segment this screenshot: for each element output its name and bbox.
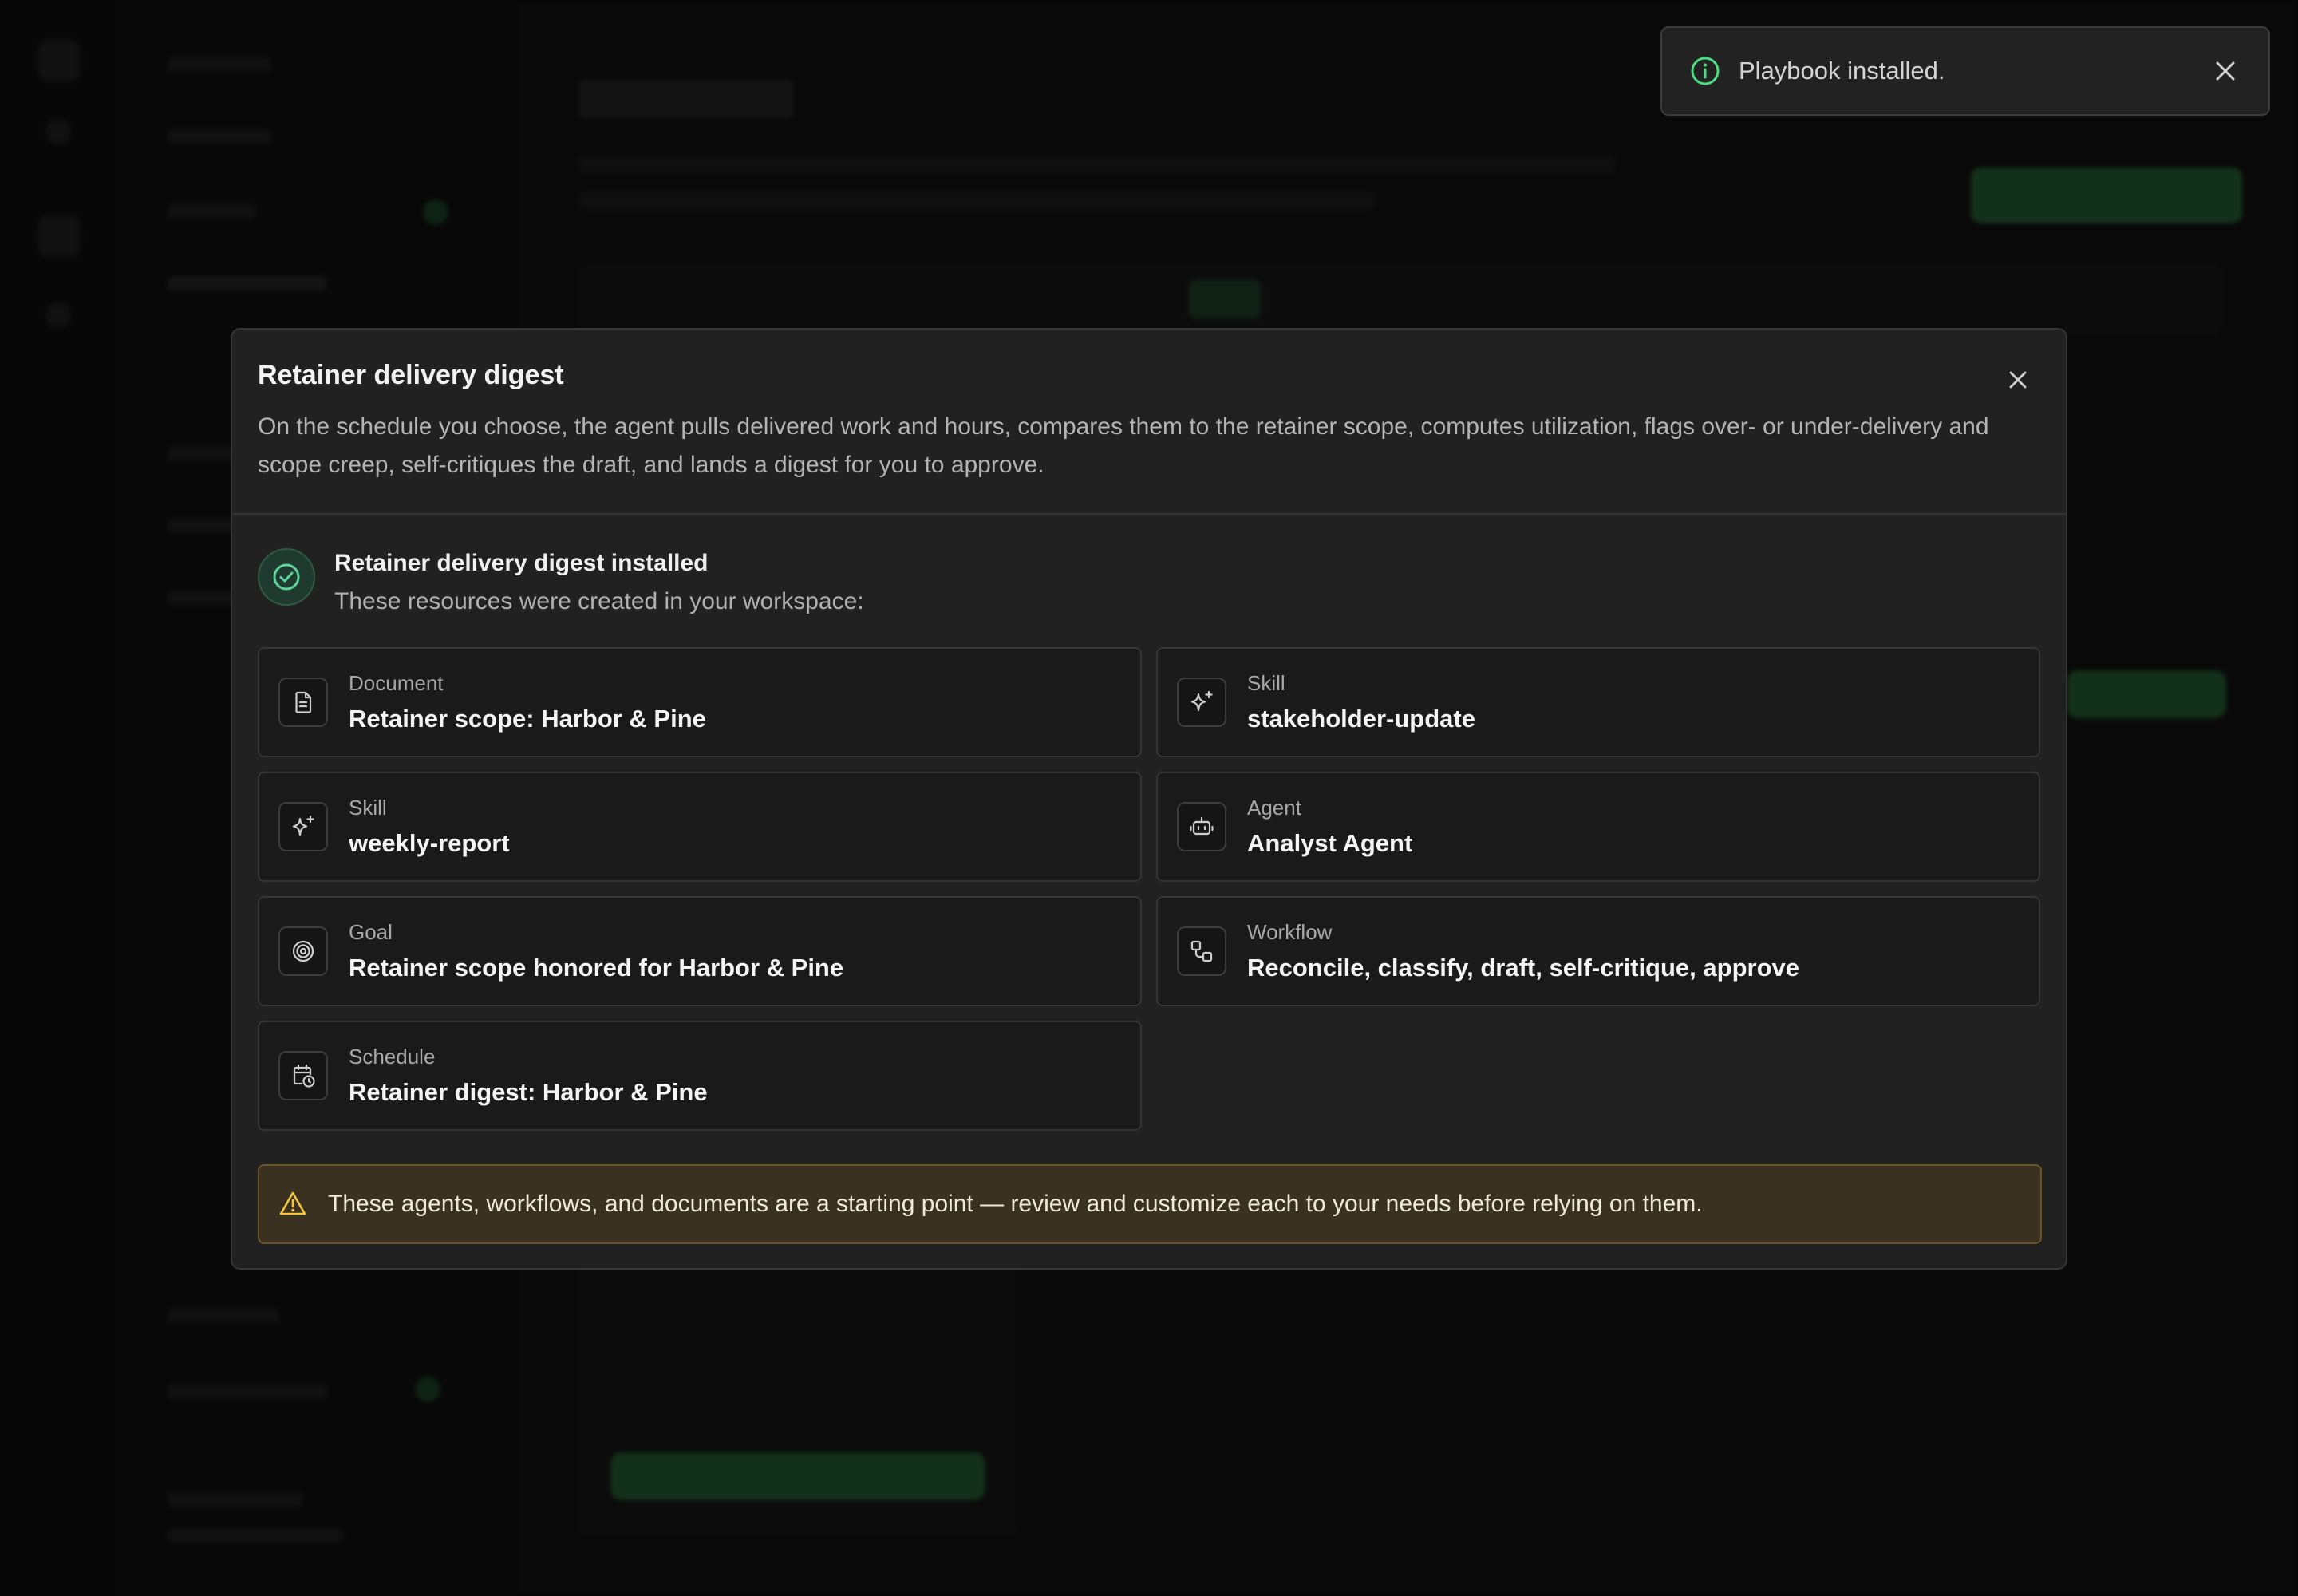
resource-name: stakeholder-update: [1247, 705, 1475, 733]
robot-icon: [1177, 802, 1226, 851]
resource-card-agent[interactable]: Agent Analyst Agent: [1156, 772, 2040, 882]
toast-notification: Playbook installed.: [1660, 26, 2270, 116]
calendar-clock-icon: [278, 1051, 328, 1100]
resource-name: Retainer digest: Harbor & Pine: [349, 1078, 708, 1106]
playbook-modal: Retainer delivery digest On the schedule…: [231, 328, 2067, 1270]
resource-name: Retainer scope honored for Harbor & Pine: [349, 954, 844, 982]
resource-type: Agent: [1247, 796, 1301, 820]
resource-type: Schedule: [349, 1045, 436, 1069]
resource-card-document[interactable]: Document Retainer scope: Harbor & Pine: [258, 647, 1142, 757]
app-root: Playbook installed. Retainer delivery di…: [0, 0, 2298, 1596]
target-icon: [278, 926, 328, 976]
sparkle-icon: [1177, 678, 1226, 727]
resource-type: Document: [349, 671, 444, 695]
warning-banner: These agents, workflows, and documents a…: [258, 1164, 2042, 1244]
resource-card-skill[interactable]: Skill weekly-report: [258, 772, 1142, 882]
resource-name: Retainer scope: Harbor & Pine: [349, 705, 706, 733]
resource-card-schedule[interactable]: Schedule Retainer digest: Harbor & Pine: [258, 1021, 1142, 1131]
resource-type: Skill: [1247, 671, 1285, 695]
close-icon: [2009, 371, 2027, 389]
resource-name: Reconcile, classify, draft, self-critiqu…: [1247, 954, 1799, 982]
resource-card-skill[interactable]: Skill stakeholder-update: [1156, 647, 2040, 757]
document-icon: [278, 678, 328, 727]
success-title: Retainer delivery digest installed: [334, 550, 709, 576]
resource-name: weekly-report: [349, 829, 510, 857]
toast-message: Playbook installed.: [1739, 57, 1945, 85]
resource-type: Goal: [349, 920, 393, 944]
resource-type: Workflow: [1247, 920, 1333, 944]
modal-title: Retainer delivery digest: [258, 360, 564, 390]
sparkle-icon: [278, 802, 328, 851]
resource-name: Analyst Agent: [1247, 829, 1413, 857]
resource-card-workflow[interactable]: Workflow Reconcile, classify, draft, sel…: [1156, 896, 2040, 1006]
info-icon: [1689, 55, 1721, 87]
install-success: Retainer delivery digest installed These…: [258, 539, 2037, 626]
success-subtitle: These resources were created in your wor…: [334, 588, 864, 614]
modal-header: Retainer delivery digest On the schedule…: [232, 330, 2066, 515]
close-icon: [2216, 61, 2235, 81]
warning-icon: [278, 1190, 307, 1219]
modal-close-button[interactable]: [1999, 361, 2037, 399]
resource-card-goal[interactable]: Goal Retainer scope honored for Harbor &…: [258, 896, 1142, 1006]
resource-type: Skill: [349, 796, 387, 820]
toast-close-button[interactable]: [2211, 57, 2240, 85]
modal-description: On the schedule you choose, the agent pu…: [258, 413, 1989, 478]
workflow-icon: [1177, 926, 1226, 976]
check-circle-icon: [258, 548, 315, 606]
warning-text: These agents, workflows, and documents a…: [328, 1191, 1703, 1217]
